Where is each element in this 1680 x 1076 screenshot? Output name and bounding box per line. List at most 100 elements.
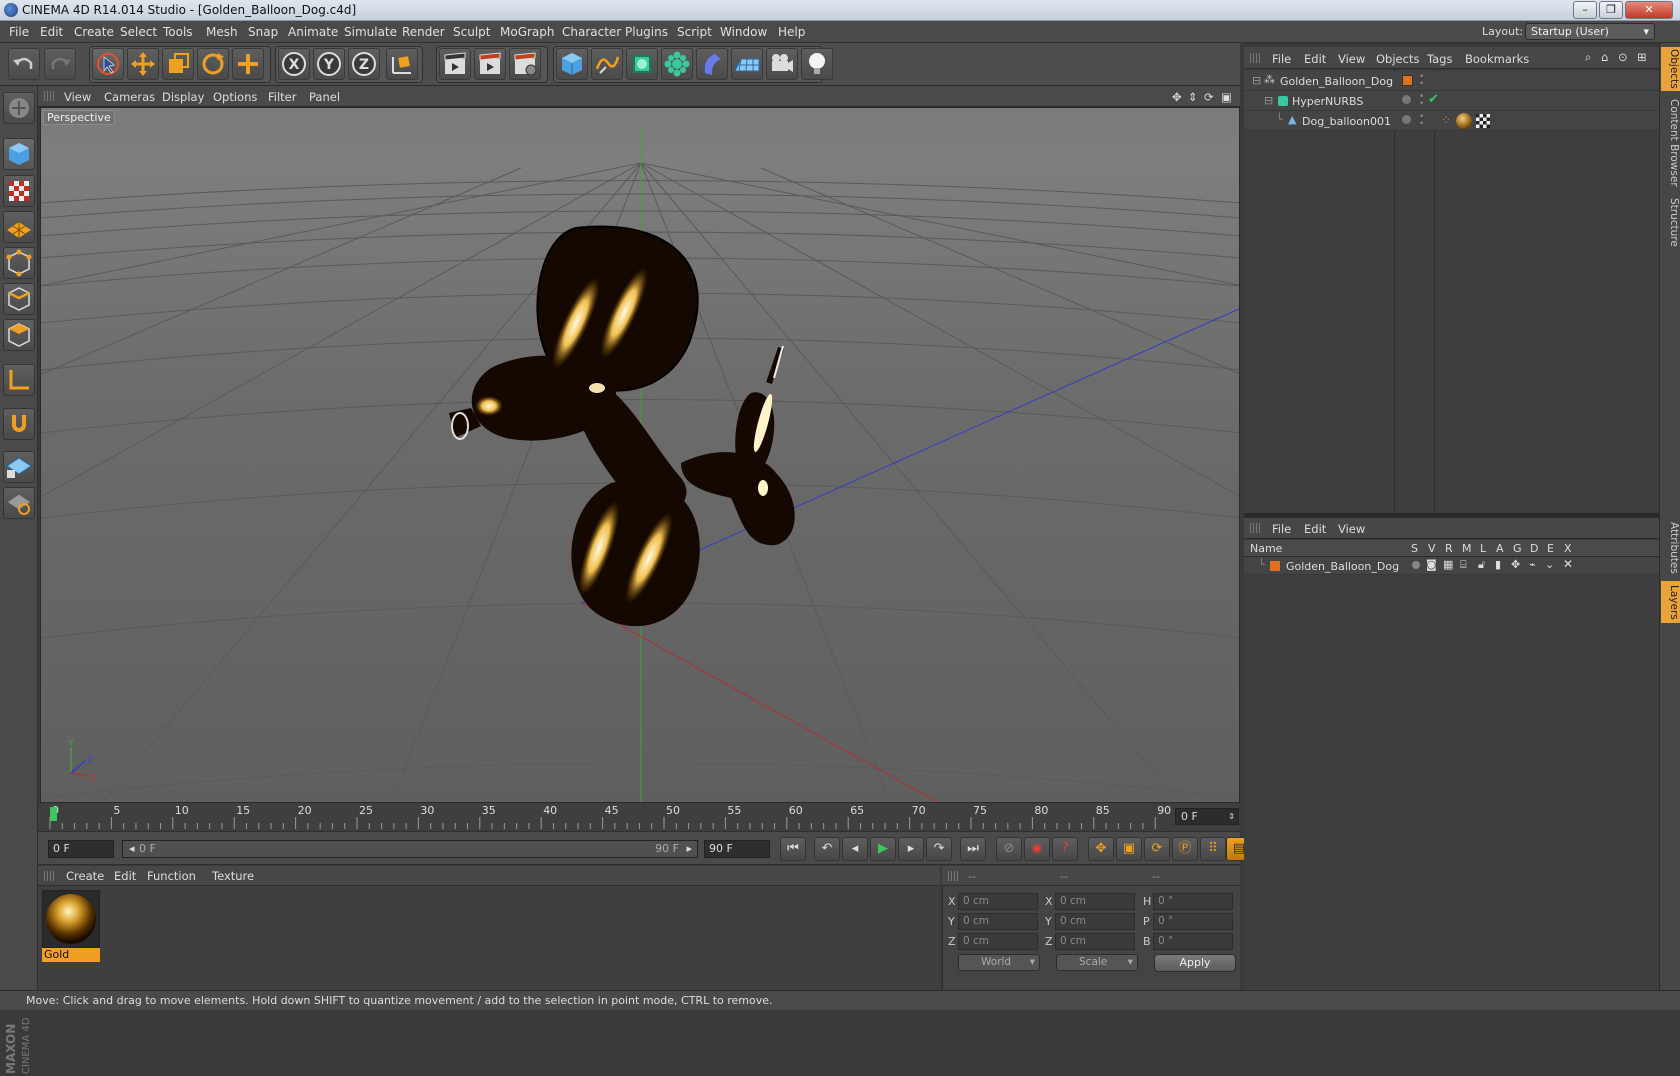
- layer-col-view[interactable]: V: [1428, 542, 1436, 555]
- planar-workplane-button[interactable]: [3, 487, 35, 519]
- menu-animate[interactable]: Animate: [288, 25, 338, 39]
- layer-menu-edit[interactable]: Edit: [1304, 522, 1326, 536]
- menu-file[interactable]: File: [9, 25, 29, 39]
- object-menu-edit[interactable]: Edit: [1304, 52, 1326, 66]
- snap-button[interactable]: [3, 408, 35, 440]
- perspective-viewport[interactable]: Y X Z Perspective: [40, 107, 1240, 803]
- layer-solo-icon[interactable]: [1412, 561, 1420, 569]
- render-settings-button[interactable]: [509, 48, 541, 80]
- menu-character[interactable]: Character: [562, 25, 621, 39]
- menu-render[interactable]: Render: [402, 25, 445, 39]
- redo-button[interactable]: [44, 48, 76, 80]
- points-mode-button[interactable]: [3, 247, 35, 279]
- layout-select[interactable]: Startup (User) ▾: [1525, 23, 1655, 40]
- menu-snap[interactable]: Snap: [248, 25, 278, 39]
- new-window-icon[interactable]: ⊞: [1637, 50, 1647, 64]
- menu-plugins[interactable]: Plugins: [625, 25, 668, 39]
- edges-mode-button[interactable]: [3, 283, 35, 315]
- material-tag-gold-icon[interactable]: [1456, 113, 1472, 129]
- visibility-dots-icon[interactable]: • •: [1419, 73, 1424, 89]
- layer-xref-icon[interactable]: ✕: [1563, 557, 1573, 571]
- rotation-field[interactable]: 0 °: [1153, 893, 1233, 910]
- viewport-menu-display[interactable]: Display: [162, 90, 204, 104]
- menu-simulate[interactable]: Simulate: [344, 25, 397, 39]
- filter-icon[interactable]: ⊙: [1618, 50, 1628, 64]
- viewport-maximize-icon[interactable]: ▣: [1221, 90, 1232, 104]
- object-row-hypernurbs[interactable]: ⊟ HyperNURBS • • ✔: [1244, 91, 1659, 111]
- viewport-rotate-icon[interactable]: ⟳: [1204, 90, 1214, 104]
- layer-color-swatch[interactable]: [1270, 561, 1280, 571]
- menu-window[interactable]: Window: [720, 25, 767, 39]
- material-gold-label[interactable]: Gold: [42, 948, 100, 962]
- viewport-menu-filter[interactable]: Filter: [268, 90, 296, 104]
- key-pla-button[interactable]: ⠿: [1200, 837, 1226, 861]
- viewport-move-icon[interactable]: ✥: [1172, 90, 1182, 104]
- layer-col-deformers[interactable]: D: [1530, 542, 1538, 555]
- menu-help[interactable]: Help: [778, 25, 805, 39]
- viewport-zoom-icon[interactable]: ⇕: [1188, 90, 1198, 104]
- layer-col-manager[interactable]: M: [1462, 542, 1472, 555]
- previous-frame-button[interactable]: ◂: [842, 837, 868, 861]
- model-mode-button[interactable]: [3, 138, 35, 170]
- visibility-dots-icon[interactable]: • •: [1419, 93, 1424, 109]
- autokey-button[interactable]: ◉: [1024, 837, 1050, 861]
- layer-col-render[interactable]: R: [1445, 542, 1453, 555]
- rotate-tool-button[interactable]: [197, 48, 229, 80]
- camera-button[interactable]: [766, 48, 798, 80]
- play-button[interactable]: ▶: [870, 837, 896, 861]
- recent-tool-button[interactable]: [232, 48, 264, 80]
- render-view-button[interactable]: [439, 48, 471, 80]
- deformer-button[interactable]: [696, 48, 728, 80]
- x-axis-lock-button[interactable]: X: [278, 48, 310, 80]
- phong-tag-icon[interactable]: ⁘: [1441, 113, 1451, 127]
- object-menu-bookmarks[interactable]: Bookmarks: [1465, 52, 1529, 66]
- layer-dot-icon[interactable]: [1402, 95, 1411, 104]
- menu-mesh[interactable]: Mesh: [206, 25, 238, 39]
- panel-grip-icon[interactable]: [44, 871, 54, 881]
- layer-col-expressions[interactable]: E: [1547, 542, 1554, 555]
- viewport-menu-options[interactable]: Options: [213, 90, 257, 104]
- size-field[interactable]: 0 cm: [1055, 913, 1135, 930]
- search-icon[interactable]: ⌕: [1585, 50, 1591, 65]
- layer-col-name[interactable]: Name: [1250, 542, 1282, 555]
- tab-objects[interactable]: Objects: [1661, 47, 1680, 91]
- key-scale-button[interactable]: ▣: [1116, 837, 1142, 861]
- spline-button[interactable]: [591, 48, 623, 80]
- tab-structure[interactable]: Structure: [1661, 195, 1680, 249]
- light-button[interactable]: [801, 48, 833, 80]
- object-menu-objects[interactable]: Objects: [1376, 52, 1419, 66]
- home-icon[interactable]: ⌂: [1601, 50, 1608, 64]
- layer-color-swatch[interactable]: [1402, 75, 1413, 86]
- viewport-menu-cameras[interactable]: Cameras: [104, 90, 155, 104]
- z-axis-lock-button[interactable]: Z: [348, 48, 380, 80]
- visibility-dots-icon[interactable]: • •: [1419, 113, 1424, 129]
- y-axis-lock-button[interactable]: Y: [313, 48, 345, 80]
- minimize-button[interactable]: –: [1573, 1, 1597, 19]
- menu-create[interactable]: Create: [74, 25, 114, 39]
- coordinate-space-select[interactable]: World ▾: [958, 954, 1040, 971]
- size-field[interactable]: 0 cm: [1055, 933, 1135, 950]
- close-button[interactable]: ✕: [1625, 1, 1673, 19]
- material-menu-edit[interactable]: Edit: [114, 869, 136, 883]
- make-editable-button[interactable]: [3, 92, 35, 124]
- key-position-button[interactable]: ✥: [1088, 837, 1114, 861]
- polygons-mode-button[interactable]: [3, 319, 35, 351]
- menu-script[interactable]: Script: [677, 25, 712, 39]
- material-menu-function[interactable]: Function: [147, 869, 196, 883]
- layer-menu-view[interactable]: View: [1338, 522, 1365, 536]
- rotation-field[interactable]: 0 °: [1153, 913, 1233, 930]
- layer-generators-icon[interactable]: ✥: [1511, 558, 1520, 571]
- menu-edit[interactable]: Edit: [40, 25, 63, 39]
- render-picture-viewer-button[interactable]: [474, 48, 506, 80]
- layer-lock-icon[interactable]: 🔓︎: [1478, 558, 1485, 572]
- timeline-ruler[interactable]: 051015202530354045505560657075808590: [38, 803, 1240, 831]
- panel-grip-icon[interactable]: [1250, 53, 1260, 63]
- viewport-camera-label[interactable]: Perspective: [43, 110, 115, 125]
- rotation-field[interactable]: 0 °: [1153, 933, 1233, 950]
- nurbs-button[interactable]: [626, 48, 658, 80]
- keyframe-selection-button[interactable]: ?: [1052, 837, 1078, 861]
- preview-range-slider[interactable]: ◂ 0 F 90 F ▸: [122, 840, 698, 858]
- material-menu-texture[interactable]: Texture: [212, 869, 254, 883]
- previous-key-button[interactable]: ↶: [814, 837, 840, 861]
- layer-row-golden-balloon-dog[interactable]: └ Golden_Balloon_Dog ◙ ▦ ⌸ 🔓︎ ▮ ✥ ⌁ ⌄ ✕: [1244, 557, 1659, 575]
